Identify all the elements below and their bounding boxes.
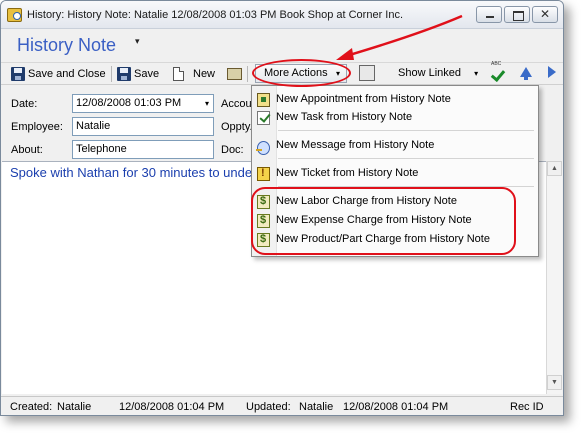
window-title: History: History Note: Natalie 12/08/200… (27, 9, 404, 21)
print-preview-icon[interactable] (359, 65, 375, 81)
print-button[interactable] (227, 65, 245, 83)
menu-item-new-message[interactable]: New Message from History Note (252, 136, 538, 156)
about-field[interactable]: Telephone (72, 140, 214, 159)
date-value: 12/08/2008 01:03 PM (76, 97, 182, 109)
history-window: History: History Note: Natalie 12/08/200… (0, 0, 564, 416)
notes-scrollbar[interactable]: ▲ ▼ (546, 161, 562, 394)
annotation-oval (252, 59, 351, 87)
ticket-icon (257, 167, 270, 181)
menu-item-label: New Appointment from History Note (276, 93, 451, 105)
document-label: Doc: (221, 144, 244, 156)
minimize-button[interactable] (476, 6, 502, 23)
previous-record-icon[interactable] (520, 67, 532, 80)
appointment-icon (257, 93, 270, 107)
employee-label: Employee: (11, 121, 63, 133)
about-label: About: (11, 144, 43, 156)
task-icon (257, 111, 270, 125)
save-button[interactable]: Save (117, 65, 159, 83)
notes-text: Spoke with Nathan for 30 minutes to unde (10, 165, 253, 180)
floppy-disk-icon (11, 67, 25, 82)
date-picker[interactable]: 12/08/2008 01:03 PM ▾ (72, 94, 214, 113)
opportunity-label: Oppty. (221, 121, 253, 133)
spell-check-icon[interactable] (491, 61, 507, 82)
message-icon (256, 141, 270, 155)
annotation-box (251, 187, 516, 255)
menu-item-new-task[interactable]: New Task from History Note (252, 108, 538, 128)
next-record-icon[interactable] (548, 66, 556, 78)
menu-item-label: New Task from History Note (276, 111, 413, 123)
maximize-button[interactable] (504, 6, 530, 23)
close-icon: ✕ (539, 7, 551, 21)
updated-by: Natalie (299, 401, 334, 413)
created-by: Natalie (57, 401, 92, 413)
menu-item-label: New Ticket from History Note (276, 167, 419, 179)
scroll-up-icon[interactable]: ▲ (547, 161, 562, 176)
form-title: History Note (17, 35, 117, 55)
created-label: Created: (10, 401, 53, 413)
status-bar: Created: Natalie 12/08/2008 01:04 PM Upd… (1, 396, 563, 415)
scroll-down-icon[interactable]: ▼ (547, 375, 562, 390)
toolbar-separator (111, 66, 112, 82)
title-bar: History: History Note: Natalie 12/08/200… (1, 1, 563, 29)
save-and-close-button[interactable]: Save and Close (11, 65, 106, 83)
form-title-menu-icon[interactable]: ▾ (135, 36, 140, 47)
close-button[interactable]: ✕ (532, 6, 558, 23)
about-value: Telephone (76, 143, 127, 155)
toolbar-separator (247, 66, 248, 82)
menu-separator (278, 158, 534, 159)
show-linked-button[interactable]: Show Linked ▾ (398, 64, 478, 83)
form-header: History Note ▾ (1, 30, 563, 60)
history-app-icon (7, 8, 22, 22)
created-at: 12/08/2008 01:04 PM (119, 401, 225, 413)
employee-value: Natalie (76, 120, 111, 132)
save-label: Save (134, 68, 160, 80)
account-label: Accou (221, 98, 252, 110)
chevron-down-icon: ▾ (204, 99, 209, 108)
employee-field[interactable]: Natalie (72, 117, 214, 136)
show-linked-label: Show Linked (398, 67, 461, 79)
date-label: Date: (11, 98, 38, 110)
chevron-down-icon: ▾ (474, 69, 479, 78)
floppy-disk-icon (117, 67, 131, 82)
menu-item-new-ticket[interactable]: New Ticket from History Note (252, 164, 538, 184)
new-button[interactable]: New (173, 65, 215, 83)
record-id-label: Rec ID (510, 401, 544, 413)
new-document-icon (173, 67, 184, 82)
updated-at: 12/08/2008 01:04 PM (343, 401, 449, 413)
printer-icon (227, 68, 242, 81)
new-label: New (193, 68, 216, 80)
save-and-close-label: Save and Close (28, 68, 106, 80)
menu-separator (278, 130, 534, 131)
updated-label: Updated: (246, 401, 291, 413)
menu-item-new-appointment[interactable]: New Appointment from History Note (252, 90, 538, 110)
menu-item-label: New Message from History Note (276, 139, 435, 151)
